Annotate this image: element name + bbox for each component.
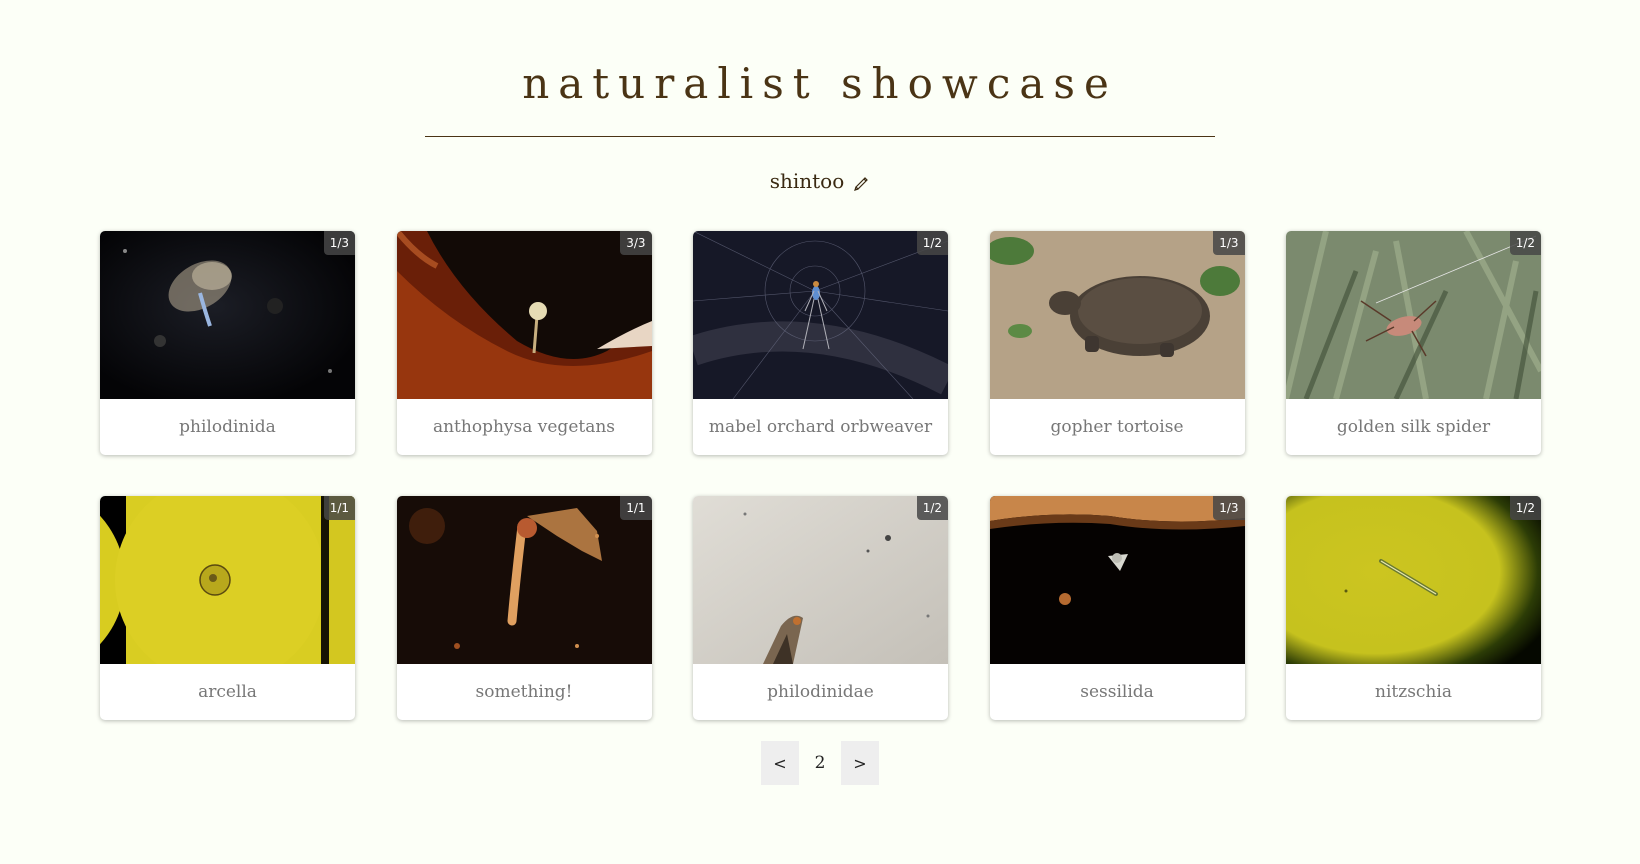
observation-caption: mabel orchard orbweaver bbox=[708, 417, 933, 437]
observation-photo[interactable]: 1/3 bbox=[989, 231, 1245, 399]
pencil-icon[interactable] bbox=[852, 172, 870, 191]
observation-caption: golden silk spider bbox=[1336, 417, 1491, 437]
observation-card[interactable]: 1/2 golden silk spider bbox=[1286, 231, 1541, 455]
title-divider bbox=[425, 136, 1215, 137]
observation-card[interactable]: 1/2 mabel orchard orbweaver bbox=[693, 231, 948, 455]
observation-caption: philodinida bbox=[179, 417, 276, 437]
observation-card[interactable]: 1/1 something! bbox=[396, 496, 652, 720]
photo-count-badge: 1/2 bbox=[1509, 231, 1541, 255]
user-row: shintoo bbox=[0, 169, 1640, 193]
photo-count-badge: 1/3 bbox=[323, 231, 355, 255]
page-header: naturalist showcase shintoo bbox=[0, 0, 1640, 193]
photo-count-badge: 1/1 bbox=[323, 496, 355, 520]
observation-card[interactable]: 3/3 anthophysa vegetans bbox=[396, 231, 652, 455]
observation-caption: sessilida bbox=[1080, 682, 1154, 702]
observation-photo[interactable]: 1/2 bbox=[1286, 496, 1541, 664]
page-title: naturalist showcase bbox=[522, 59, 1118, 108]
photo-count-badge: 1/3 bbox=[1213, 496, 1245, 520]
observation-photo[interactable]: 1/2 bbox=[1286, 231, 1541, 399]
photo-count-badge: 3/3 bbox=[620, 231, 652, 255]
next-page-button[interactable]: > bbox=[841, 741, 879, 785]
photo-count-badge: 1/2 bbox=[1509, 496, 1541, 520]
photo-count-badge: 1/1 bbox=[620, 496, 652, 520]
photo-count-badge: 1/2 bbox=[916, 496, 948, 520]
observation-card[interactable]: 1/1 arcella bbox=[100, 496, 355, 720]
photo-count-badge: 1/3 bbox=[1213, 231, 1245, 255]
prev-page-button[interactable]: < bbox=[761, 741, 799, 785]
observation-card[interactable]: 1/3 gopher tortoise bbox=[989, 231, 1245, 455]
observation-photo[interactable]: 1/1 bbox=[100, 496, 355, 664]
observation-photo[interactable]: 1/1 bbox=[396, 496, 652, 664]
pagination: < 2 > bbox=[0, 741, 1640, 785]
observation-caption: philodinidae bbox=[767, 682, 874, 702]
observation-photo[interactable]: 1/3 bbox=[100, 231, 355, 399]
observation-card[interactable]: 1/3 philodinida bbox=[100, 231, 355, 455]
observation-photo[interactable]: 1/2 bbox=[693, 231, 948, 399]
observation-caption: arcella bbox=[198, 682, 257, 702]
username[interactable]: shintoo bbox=[770, 169, 845, 193]
observation-card[interactable]: 1/2 nitzschia bbox=[1286, 496, 1541, 720]
observation-photo[interactable]: 3/3 bbox=[396, 231, 652, 399]
current-page-number: 2 bbox=[814, 753, 826, 773]
observation-caption: anthophysa vegetans bbox=[432, 417, 616, 437]
observation-caption: something! bbox=[475, 682, 573, 702]
observation-photo[interactable]: 1/2 bbox=[693, 496, 948, 664]
observation-card[interactable]: 1/2 philodinidae bbox=[693, 496, 948, 720]
observation-caption: nitzschia bbox=[1375, 682, 1452, 702]
observation-photo[interactable]: 1/3 bbox=[989, 496, 1245, 664]
observation-card[interactable]: 1/3 sessilida bbox=[989, 496, 1245, 720]
observation-grid: 1/3 philodinida 3/3 anthophysa vegetans bbox=[100, 231, 1541, 720]
observation-caption: gopher tortoise bbox=[1050, 417, 1184, 437]
photo-count-badge: 1/2 bbox=[916, 231, 948, 255]
